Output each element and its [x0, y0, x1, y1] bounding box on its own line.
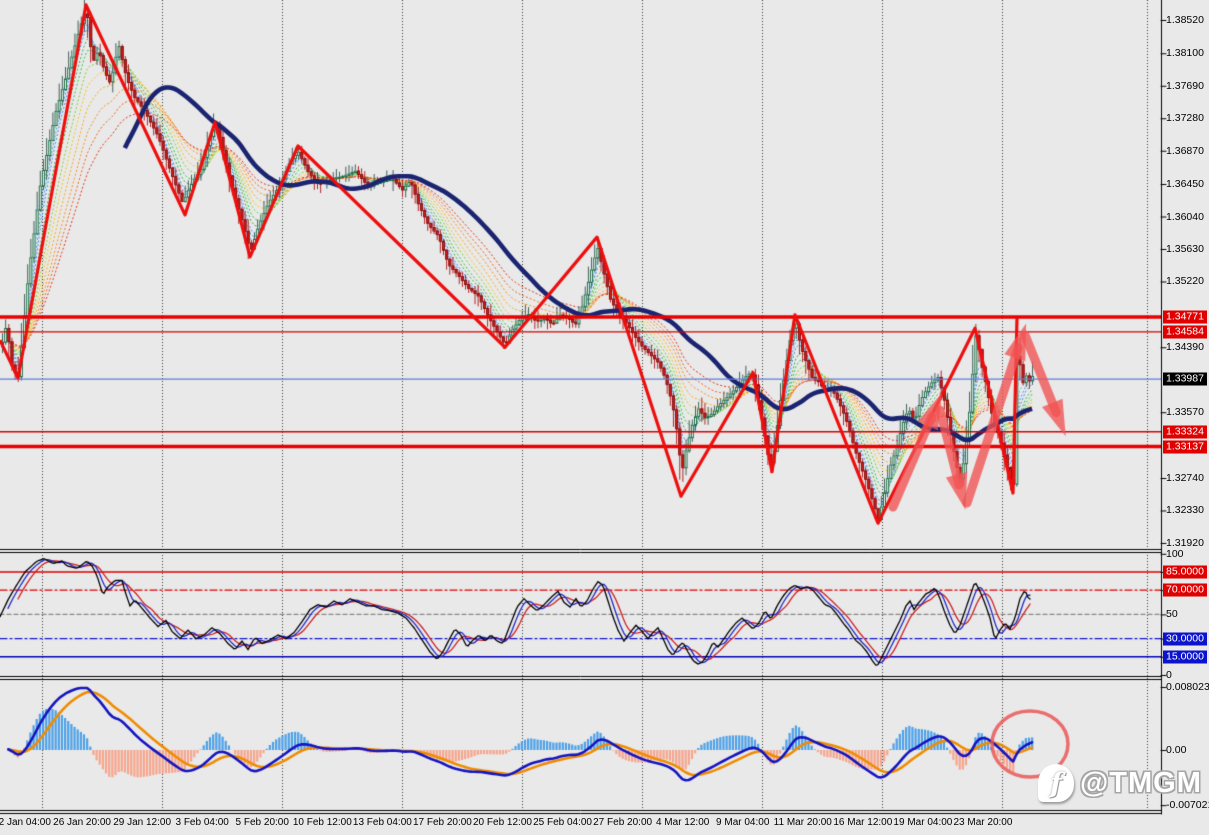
- time-tick-label: 20 Feb 12:00: [473, 817, 532, 828]
- price-level-badge: 1.34771: [1163, 310, 1207, 324]
- chart-canvas[interactable]: [0, 0, 1209, 835]
- price-level-badge: 1.33137: [1163, 440, 1207, 454]
- price-tick-label: 1.35220: [1166, 275, 1204, 288]
- time-tick-label: 26 Jan 20:00: [53, 817, 111, 828]
- price-tick-label: 1.34390: [1166, 341, 1204, 354]
- time-tick-label: 27 Feb 20:00: [593, 817, 653, 828]
- watermark-handle: @TMGM: [1080, 766, 1202, 799]
- price-level-badge: 1.33324: [1163, 425, 1207, 439]
- macd-tick-label: 0.0080237: [1166, 680, 1209, 693]
- price-tick-label: 1.33570: [1166, 406, 1204, 419]
- time-tick-label: 17 Feb 20:00: [412, 817, 472, 828]
- price-tick-label: 1.36040: [1166, 210, 1204, 223]
- time-axis[interactable]: 22 Jan 04:0026 Jan 20:0029 Jan 12:003 Fe…: [0, 813, 1161, 835]
- time-tick-label: 13 Feb 04:00: [352, 817, 412, 828]
- oscillator-tick-label: 50: [1166, 608, 1178, 621]
- time-tick-label: 19 Mar 04:00: [893, 817, 953, 828]
- time-tick-label: 29 Jan 12:00: [113, 817, 172, 828]
- watermark: f @TMGM: [1038, 764, 1202, 802]
- oscillator-level-badge: 15.0000: [1163, 650, 1207, 664]
- time-tick-label: 3 Feb 04:00: [175, 817, 229, 828]
- price-tick-label: 1.38100: [1166, 47, 1204, 60]
- oscillator-tick-label: 100: [1166, 547, 1184, 560]
- oscillator-level-badge: 85.0000: [1163, 565, 1207, 579]
- price-tick-label: 1.32330: [1166, 504, 1204, 517]
- time-tick-label: 23 Mar 20:00: [953, 817, 1013, 828]
- time-tick-label: 11 Mar 20:00: [773, 817, 832, 828]
- time-tick-label: 5 Feb 20:00: [235, 817, 289, 828]
- price-tick-label: 1.36450: [1166, 178, 1204, 191]
- oscillator-level-badge: 30.0000: [1163, 632, 1207, 646]
- price-level-badge: 1.34584: [1163, 325, 1207, 339]
- price-tick-label: 1.35630: [1166, 243, 1204, 255]
- time-tick-label: 22 Jan 04:00: [0, 817, 51, 828]
- time-tick-label: 25 Feb 04:00: [533, 817, 592, 828]
- price-tick-label: 1.32740: [1166, 472, 1204, 484]
- time-tick-label: 9 Mar 04:00: [716, 817, 770, 828]
- time-tick-label: 4 Mar 12:00: [655, 817, 710, 828]
- price-level-badge: 1.33987: [1163, 372, 1207, 386]
- macd-tick-label: 0.00: [1166, 744, 1187, 756]
- mt4-chart-window: 1.38520 1.38100 1.37690 1.37280 1.36870 1.364…: [0, 0, 1209, 835]
- time-tick-label: 16 Mar 12:00: [833, 817, 893, 828]
- oscillator-tick-label: 0: [1166, 669, 1172, 681]
- price-tick-label: 1.38520: [1166, 14, 1204, 26]
- tmgm-logo-icon: f: [1038, 764, 1074, 802]
- price-tick-label: 1.37280: [1166, 112, 1204, 125]
- time-tick-label: 10 Feb 12:00: [292, 817, 352, 828]
- price-tick-label: 1.36870: [1166, 144, 1204, 157]
- price-tick-label: 1.37690: [1166, 79, 1204, 92]
- oscillator-level-badge: 70.0000: [1163, 583, 1207, 597]
